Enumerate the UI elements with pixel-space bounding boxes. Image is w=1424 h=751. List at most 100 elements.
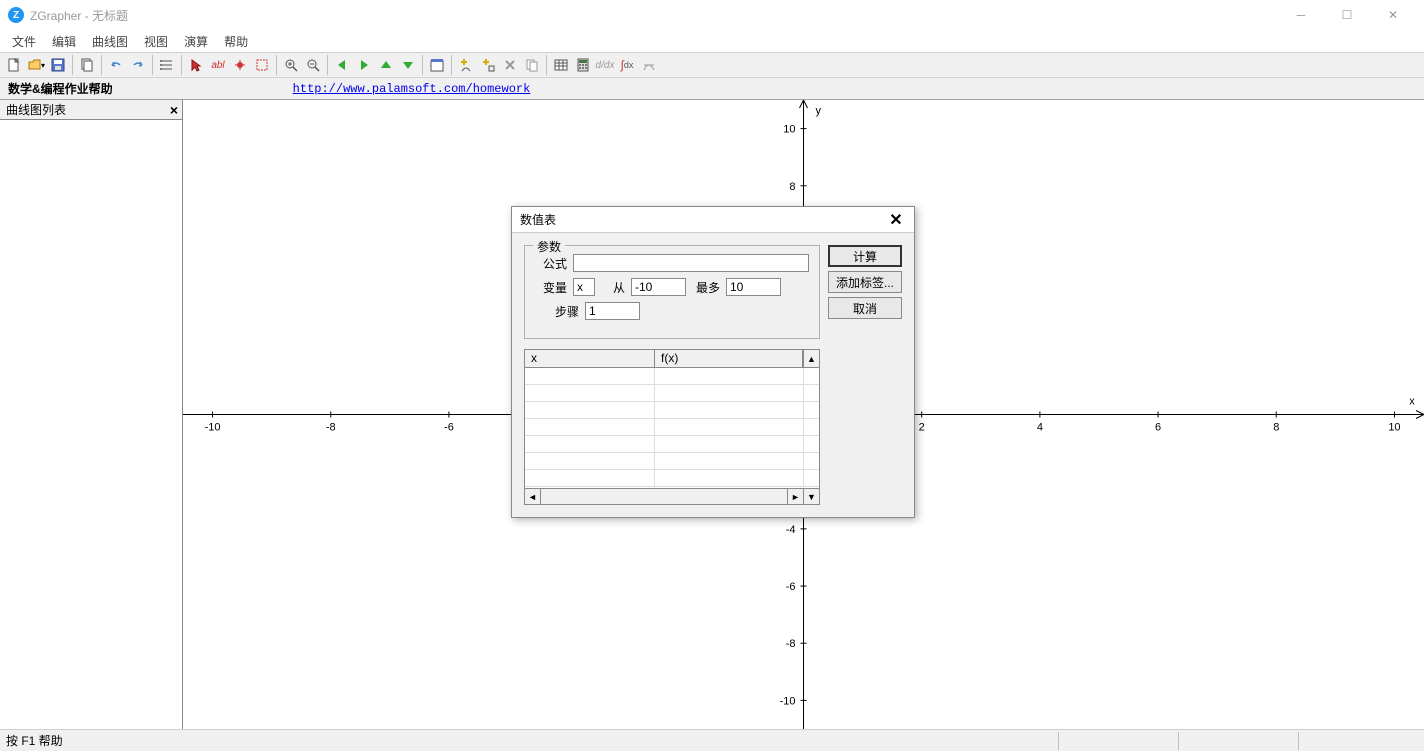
svg-text:2: 2 <box>919 422 925 434</box>
helpbar-label: 数学&编程作业帮助 <box>8 80 113 97</box>
app-icon: Z <box>8 7 24 23</box>
calc-button[interactable]: 计算 <box>828 245 902 267</box>
svg-text:6: 6 <box>1155 422 1161 434</box>
statusbar: 按 F1 帮助 <box>0 729 1424 751</box>
table-row <box>525 368 819 385</box>
sidebar-close-icon[interactable]: × <box>170 102 178 118</box>
status-seg-1 <box>1058 732 1178 750</box>
pointer-icon[interactable] <box>186 55 206 75</box>
derivative-icon[interactable]: d/dx <box>595 55 615 75</box>
options-icon[interactable] <box>427 55 447 75</box>
titlebar: Z ZGrapher - 无标题 ─ ☐ ✕ <box>0 0 1424 30</box>
from-input[interactable] <box>631 278 686 296</box>
scroll-up-icon[interactable]: ▲ <box>803 350 819 367</box>
sidebar-header: 曲线图列表 × <box>0 100 182 120</box>
svg-text:-6: -6 <box>444 422 454 434</box>
add-fn2-icon[interactable] <box>478 55 498 75</box>
close-button[interactable]: ✕ <box>1370 0 1416 30</box>
menu-view[interactable]: 视图 <box>136 31 176 52</box>
table-row <box>525 385 819 402</box>
label-icon[interactable]: abl <box>208 55 228 75</box>
status-seg-3 <box>1298 732 1418 750</box>
table-row <box>525 453 819 470</box>
add-label-button[interactable]: 添加标签... <box>828 271 902 293</box>
menu-graph[interactable]: 曲线图 <box>84 31 136 52</box>
menubar: 文件 编辑 曲线图 视图 演算 帮助 <box>0 30 1424 52</box>
arrow-left-icon[interactable] <box>332 55 352 75</box>
minimize-button[interactable]: ─ <box>1278 0 1324 30</box>
formula-label: 公式 <box>535 255 567 272</box>
svg-text:-10: -10 <box>780 695 796 707</box>
maximize-button[interactable]: ☐ <box>1324 0 1370 30</box>
to-input[interactable] <box>726 278 781 296</box>
step-input[interactable] <box>585 302 640 320</box>
sidebar: 曲线图列表 × <box>0 100 183 729</box>
table-row <box>525 419 819 436</box>
scroll-down-icon[interactable]: ▼ <box>803 489 819 504</box>
table-icon[interactable] <box>551 55 571 75</box>
result-table: x f(x) ▲ ◄ ► ▼ <box>524 349 820 505</box>
dialog-close-icon[interactable]: ✕ <box>886 210 906 230</box>
svg-text:8: 8 <box>789 181 795 193</box>
zoom-out-icon[interactable] <box>303 55 323 75</box>
params-legend: 参数 <box>533 238 565 255</box>
duplicate-icon[interactable] <box>522 55 542 75</box>
menu-help[interactable]: 帮助 <box>216 31 256 52</box>
zoom-in-icon[interactable] <box>281 55 301 75</box>
status-seg-2 <box>1178 732 1298 750</box>
svg-text:10: 10 <box>1388 422 1400 434</box>
helpbar: 数学&编程作业帮助 http://www.palamsoft.com/homew… <box>0 78 1424 100</box>
var-label: 变量 <box>535 279 567 296</box>
scroll-left-icon[interactable]: ◄ <box>525 489 541 504</box>
svg-text:-6: -6 <box>786 581 796 593</box>
table-row <box>525 470 819 487</box>
svg-text:-8: -8 <box>786 638 796 650</box>
params-fieldset: 参数 公式 变量 从 最多 步骤 <box>524 245 820 339</box>
svg-text:4: 4 <box>1037 422 1043 434</box>
var-input[interactable] <box>573 278 595 296</box>
step-label: 步骤 <box>535 303 579 320</box>
undo-icon[interactable] <box>106 55 126 75</box>
sidebar-title: 曲线图列表 <box>6 101 66 118</box>
table-header-x[interactable]: x <box>525 350 655 367</box>
copy-icon[interactable] <box>77 55 97 75</box>
menu-file[interactable]: 文件 <box>4 31 44 52</box>
delete-icon[interactable] <box>500 55 520 75</box>
table-header-fx[interactable]: f(x) <box>655 350 803 367</box>
table-row <box>525 402 819 419</box>
tangent-icon[interactable] <box>639 55 659 75</box>
svg-text:x: x <box>1409 396 1415 408</box>
svg-text:8: 8 <box>1273 422 1279 434</box>
from-label: 从 <box>601 279 625 296</box>
table-row <box>525 436 819 453</box>
add-fn-icon[interactable] <box>456 55 476 75</box>
helpbar-link[interactable]: http://www.palamsoft.com/homework <box>293 82 531 96</box>
new-file-icon[interactable] <box>4 55 24 75</box>
window-title: ZGrapher - 无标题 <box>30 7 1278 24</box>
calc-icon[interactable] <box>573 55 593 75</box>
svg-text:-4: -4 <box>786 524 796 536</box>
svg-text:-10: -10 <box>205 422 221 434</box>
menu-calc[interactable]: 演算 <box>176 31 216 52</box>
svg-text:10: 10 <box>783 124 795 136</box>
scroll-right-icon[interactable]: ► <box>787 489 803 504</box>
integral-icon[interactable]: ∫dx <box>617 55 637 75</box>
formula-input[interactable] <box>573 254 809 272</box>
save-icon[interactable] <box>48 55 68 75</box>
arrow-up-icon[interactable] <box>376 55 396 75</box>
menu-edit[interactable]: 编辑 <box>44 31 84 52</box>
status-help: 按 F1 帮助 <box>6 732 63 749</box>
redo-icon[interactable] <box>128 55 148 75</box>
open-folder-icon[interactable]: ▾ <box>26 55 46 75</box>
select-rect-icon[interactable] <box>252 55 272 75</box>
arrow-right-icon[interactable] <box>354 55 374 75</box>
cancel-button[interactable]: 取消 <box>828 297 902 319</box>
toolbar: ▾ abl d/dx ∫dx <box>0 52 1424 78</box>
svg-text:-8: -8 <box>326 422 336 434</box>
point-icon[interactable] <box>230 55 250 75</box>
arrow-down-icon[interactable] <box>398 55 418 75</box>
dialog-title: 数值表 <box>520 211 886 228</box>
list-icon[interactable] <box>157 55 177 75</box>
dialog-titlebar[interactable]: 数值表 ✕ <box>512 207 914 233</box>
value-table-dialog: 数值表 ✕ 参数 公式 变量 从 最多 步骤 <box>511 206 915 518</box>
